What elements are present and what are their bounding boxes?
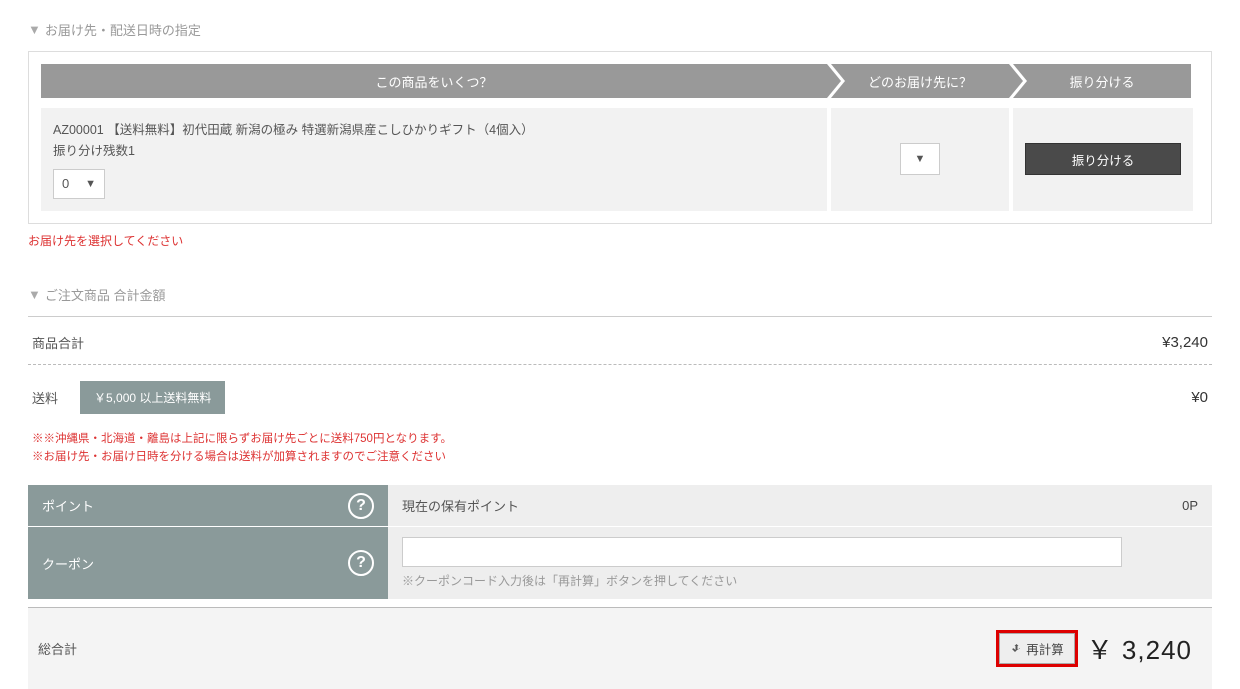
recalculate-button[interactable]: 再計算 [999, 633, 1075, 664]
points-row: ポイント ? 現在の保有ポイント 0P [28, 484, 1212, 526]
col-header-quantity: この商品をいくつ？ [41, 64, 827, 98]
distribute-cell: 振り分ける [1013, 108, 1193, 211]
distribute-button[interactable]: 振り分ける [1025, 143, 1181, 175]
total-row: 総合計 再計算 ￥ 3,240 [28, 607, 1212, 689]
shipping-notes: ※※沖縄県・北海道・離島は上記に限らずお届け先ごとに送料750円となります。 ※… [28, 426, 1212, 485]
shipping-value: ¥0 [1191, 389, 1208, 406]
subtotal-label: 商品合計 [32, 333, 84, 352]
order-section-heading: ▼ ご注文商品 合計金額 [28, 285, 1212, 304]
delivery-box: この商品をいくつ？ どのお届け先に？ 振り分ける AZ00001 【送料無料】初… [28, 51, 1212, 224]
points-text: 現在の保有ポイント [402, 496, 519, 515]
destination-cell: ▼ [831, 108, 1009, 211]
chevron-down-icon: ▼ [85, 178, 96, 190]
subtotal-value: ¥3,240 [1162, 334, 1208, 351]
triangle-icon: ▼ [28, 287, 41, 302]
remaining-label: 振り分け残数1 [53, 141, 815, 162]
help-icon[interactable]: ? [348, 493, 374, 519]
delivery-heading-text: お届け先・配送日時の指定 [45, 20, 201, 39]
column-header-row: この商品をいくつ？ どのお届け先に？ 振り分ける [41, 64, 1199, 98]
delivery-error: お届け先を選択してください [28, 232, 1212, 249]
points-label: ポイント [42, 496, 94, 515]
product-name: AZ00001 【送料無料】初代田蔵 新潟の極み 特選新潟県産こしひかりギフト（… [53, 120, 815, 141]
free-shipping-badge: ￥5,000 以上送料無料 [80, 381, 225, 414]
recalc-label: 再計算 [1026, 639, 1064, 658]
triangle-icon: ▼ [28, 22, 41, 37]
quantity-select[interactable]: 0 ▼ [53, 169, 105, 199]
shipping-label: 送料 [32, 388, 58, 407]
col-header-distribute: 振り分ける [1013, 64, 1191, 98]
shipping-note-1: ※※沖縄県・北海道・離島は上記に限らずお届け先ごとに送料750円となります。 [32, 430, 1208, 448]
destination-select[interactable]: ▼ [900, 143, 940, 175]
product-row: AZ00001 【送料無料】初代田蔵 新潟の極み 特選新潟県産こしひかりギフト（… [41, 108, 1199, 211]
subtotal-row: 商品合計 ¥3,240 [28, 316, 1212, 364]
help-icon[interactable]: ? [348, 550, 374, 576]
coupon-input[interactable] [402, 537, 1122, 567]
col-header-destination: どのお届け先に？ [831, 64, 1009, 98]
points-value: 0P [1182, 498, 1198, 513]
delivery-section-heading: ▼ お届け先・配送日時の指定 [28, 20, 1212, 39]
order-heading-text: ご注文商品 合計金額 [45, 285, 166, 304]
total-label: 総合計 [38, 639, 77, 658]
coupon-note: ※クーポンコード入力後は「再計算」ボタンを押してください [402, 572, 1198, 589]
quantity-value: 0 [62, 176, 69, 191]
chevron-down-icon: ▼ [915, 153, 926, 165]
total-value: ￥ 3,240 [1087, 630, 1192, 667]
shipping-note-2: ※お届け先・お届け日時を分ける場合は送料が加算されますのでご注意ください [32, 448, 1208, 466]
coupon-label: クーポン [42, 554, 94, 573]
refresh-icon [1010, 643, 1022, 655]
coupon-row: クーポン ? ※クーポンコード入力後は「再計算」ボタンを押してください [28, 526, 1212, 599]
product-cell: AZ00001 【送料無料】初代田蔵 新潟の極み 特選新潟県産こしひかりギフト（… [41, 108, 827, 211]
shipping-row: 送料 ￥5,000 以上送料無料 ¥0 [28, 364, 1212, 426]
